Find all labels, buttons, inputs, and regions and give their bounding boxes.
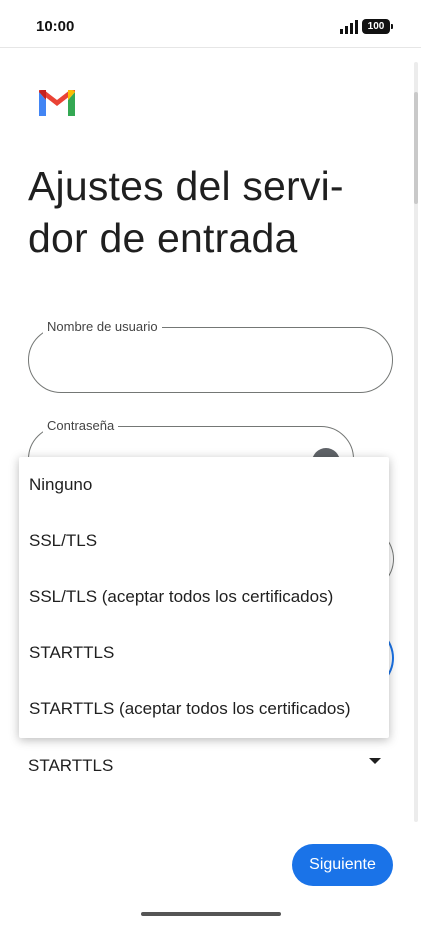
battery-icon: 100 xyxy=(362,19,393,34)
status-bar: 10:00 100 xyxy=(0,0,421,48)
status-time: 10:00 xyxy=(36,18,75,35)
username-field[interactable]: Nombre de usuario xyxy=(28,319,393,393)
menu-item-ssl-tls[interactable]: SSL/TLS xyxy=(19,513,389,569)
security-type-value: STARTTLS xyxy=(28,756,114,775)
scrollbar-thumb[interactable] xyxy=(414,92,418,204)
password-label: Contraseña xyxy=(43,418,119,433)
gmail-logo xyxy=(39,90,75,116)
page-title: Ajustes del servi-dor de entrada xyxy=(28,163,344,261)
security-type-menu: Ninguno SSL/TLS SSL/TLS (aceptar todos l… xyxy=(19,457,389,738)
next-button[interactable]: Siguiente xyxy=(292,844,393,886)
menu-item-ssl-tls-all-certs[interactable]: SSL/TLS (aceptar todos los certificados) xyxy=(19,569,389,625)
menu-item-starttls-all-certs[interactable]: STARTTLS (aceptar todos los certificados… xyxy=(19,681,389,737)
username-label: Nombre de usuario xyxy=(43,319,162,334)
signal-icon xyxy=(340,20,358,34)
menu-item-starttls[interactable]: STARTTLS xyxy=(19,625,389,681)
menu-item-ninguno[interactable]: Ninguno xyxy=(19,457,389,513)
home-indicator[interactable] xyxy=(141,912,281,916)
security-type-select[interactable]: STARTTLS xyxy=(28,750,388,784)
dropdown-arrow-icon xyxy=(369,758,381,764)
